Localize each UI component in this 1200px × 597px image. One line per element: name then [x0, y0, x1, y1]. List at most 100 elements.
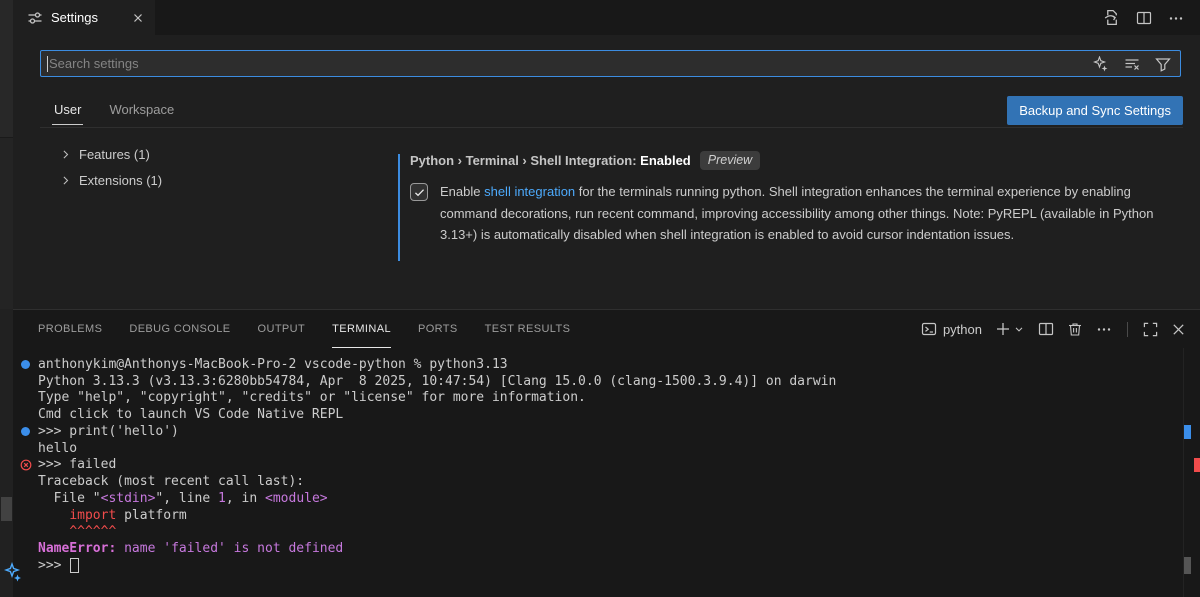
terminal-text: 1 — [218, 491, 226, 506]
terminal-profile-label: python — [943, 322, 982, 337]
terminal-text — [38, 524, 69, 539]
open-settings-json-icon[interactable] — [1103, 9, 1120, 26]
terminal-text: >>> failed — [38, 457, 116, 472]
terminal-line: File "<stdin>", line 1, in <module> — [13, 490, 1180, 507]
toc-item-extensions[interactable]: Extensions (1) — [59, 167, 383, 193]
settings-sliders-icon — [27, 10, 43, 26]
terminal-text: , in — [226, 491, 265, 506]
terminal-text: ^^^^^^ — [69, 524, 116, 539]
terminal-profile-selector[interactable]: python — [921, 321, 982, 337]
editor-actions — [1103, 0, 1200, 35]
setting-title-value: Enabled — [640, 153, 691, 168]
settings-search-input[interactable]: Search settings — [40, 50, 1181, 77]
command-success-decoration[interactable] — [21, 360, 30, 369]
terminal-text: Python 3.13.3 (v3.13.3:6280bb54784, Apr … — [38, 374, 836, 389]
kill-terminal-icon[interactable] — [1067, 321, 1083, 337]
description-text: Enable — [440, 184, 484, 199]
terminal-text: name 'failed' is not defined — [116, 541, 343, 556]
terminal-line: Traceback (most recent call last): — [13, 473, 1180, 490]
chevron-right-icon — [59, 174, 72, 187]
split-editor-icon[interactable] — [1136, 10, 1152, 26]
setting-title-path: Python › Terminal › Shell Integration: — [410, 153, 640, 168]
tab-title: Settings — [51, 10, 123, 25]
panel-actions: python — [921, 321, 1186, 337]
terminal-icon — [921, 321, 937, 337]
terminal-line: hello — [13, 440, 1180, 457]
terminal-text: >>> — [38, 558, 69, 573]
backup-sync-settings-button[interactable]: Backup and Sync Settings — [1007, 96, 1183, 125]
terminal-text: <module> — [265, 491, 328, 506]
panel-tab-terminal[interactable]: TERMINAL — [332, 310, 391, 348]
more-actions-icon[interactable] — [1168, 10, 1184, 26]
sidebar-edge-top — [0, 0, 13, 138]
terminal-line: Type "help", "copyright", "credits" or "… — [13, 390, 1180, 407]
panel-tab-test-results[interactable]: TEST RESULTS — [485, 310, 571, 348]
terminal-text: ", line — [155, 491, 218, 506]
panel-tab-ports[interactable]: PORTS — [418, 310, 458, 348]
panel-header: PROBLEMS DEBUG CONSOLE OUTPUT TERMINAL PORTS… — [13, 310, 1200, 348]
command-error-decoration[interactable] — [20, 459, 32, 471]
terminal-line: >>> print('hello') — [13, 423, 1180, 440]
new-terminal-button[interactable] — [995, 321, 1025, 337]
editor-tab-bar: Settings — [13, 0, 1200, 35]
search-placeholder: Search settings — [49, 56, 139, 71]
terminal-gutter — [13, 360, 38, 369]
terminal-text: Traceback (most recent call last): — [38, 474, 304, 489]
filter-icon[interactable] — [1155, 56, 1171, 72]
terminal-text: <stdin> — [101, 491, 156, 506]
settings-toc: Features (1) Extensions (1) — [13, 128, 383, 309]
tab-settings[interactable]: Settings — [13, 0, 155, 35]
clear-filters-icon[interactable] — [1124, 56, 1140, 72]
terminal-text — [38, 508, 69, 523]
overview-scroll-marker[interactable] — [1184, 557, 1191, 574]
shell-integration-checkbox[interactable] — [410, 183, 428, 201]
overview-command-marker[interactable] — [1184, 425, 1191, 439]
scope-tab-user[interactable]: User — [52, 96, 83, 125]
overview-error-marker[interactable] — [1194, 458, 1200, 472]
terminal-gutter — [13, 459, 38, 471]
chevron-down-icon[interactable] — [1013, 323, 1025, 335]
chevron-right-icon — [59, 148, 72, 161]
toc-item-label: Extensions (1) — [79, 173, 162, 188]
panel-tab-output[interactable]: OUTPUT — [258, 310, 306, 348]
plus-icon — [995, 321, 1011, 337]
toc-item-label: Features (1) — [79, 147, 150, 162]
terminal-line: Cmd click to launch VS Code Native REPL — [13, 406, 1180, 423]
terminal-line: Python 3.13.3 (v3.13.3:6280bb54784, Apr … — [13, 373, 1180, 390]
setting-description: Enable shell integration for the termina… — [440, 181, 1174, 246]
workbench: Settings — [13, 0, 1200, 597]
settings-editor: Search settings — [13, 35, 1200, 309]
preview-badge: Preview — [700, 151, 760, 170]
panel-more-actions-icon[interactable] — [1096, 321, 1112, 337]
ai-search-icon[interactable] — [1093, 56, 1109, 72]
text-caret — [47, 56, 48, 72]
sidebar-scrollbar-thumb[interactable] — [1, 497, 12, 521]
toolbar-separator — [1127, 322, 1128, 337]
shell-integration-link[interactable]: shell integration — [484, 184, 575, 199]
toc-item-features[interactable]: Features (1) — [59, 141, 383, 167]
command-success-decoration[interactable] — [21, 427, 30, 436]
terminal-ai-hint-icon[interactable] — [4, 562, 26, 584]
terminal-line: ^^^^^^ — [13, 524, 1180, 541]
search-actions — [1093, 56, 1171, 72]
terminal-output[interactable]: anthonykim@Anthonys-MacBook-Pro-2 vscode… — [13, 356, 1180, 597]
terminal-text: Cmd click to launch VS Code Native REPL — [38, 407, 343, 422]
panel-tab-problems[interactable]: PROBLEMS — [38, 310, 102, 348]
terminal-line: >>> failed — [13, 457, 1180, 474]
terminal-cursor — [70, 558, 79, 573]
panel-tab-debug-console[interactable]: DEBUG CONSOLE — [129, 310, 230, 348]
split-terminal-icon[interactable] — [1038, 321, 1054, 337]
terminal-text: File " — [38, 491, 101, 506]
terminal-text: anthonykim@Anthonys-MacBook-Pro-2 vscode… — [38, 357, 508, 372]
setting-details: Python › Terminal › Shell Integration: E… — [383, 128, 1200, 309]
setting-title: Python › Terminal › Shell Integration: E… — [410, 152, 1174, 171]
tab-close-icon[interactable] — [131, 11, 145, 25]
maximize-panel-icon[interactable] — [1143, 322, 1158, 337]
sidebar-edge — [0, 0, 13, 597]
bottom-panel: PROBLEMS DEBUG CONSOLE OUTPUT TERMINAL PORTS… — [13, 309, 1200, 597]
scope-tab-workspace[interactable]: Workspace — [107, 96, 176, 124]
settings-body: Features (1) Extensions (1) Python › Term… — [13, 128, 1200, 309]
terminal-text: NameError: — [38, 541, 116, 556]
sidebar-edge-bottom — [0, 309, 13, 597]
close-panel-icon[interactable] — [1171, 322, 1186, 337]
